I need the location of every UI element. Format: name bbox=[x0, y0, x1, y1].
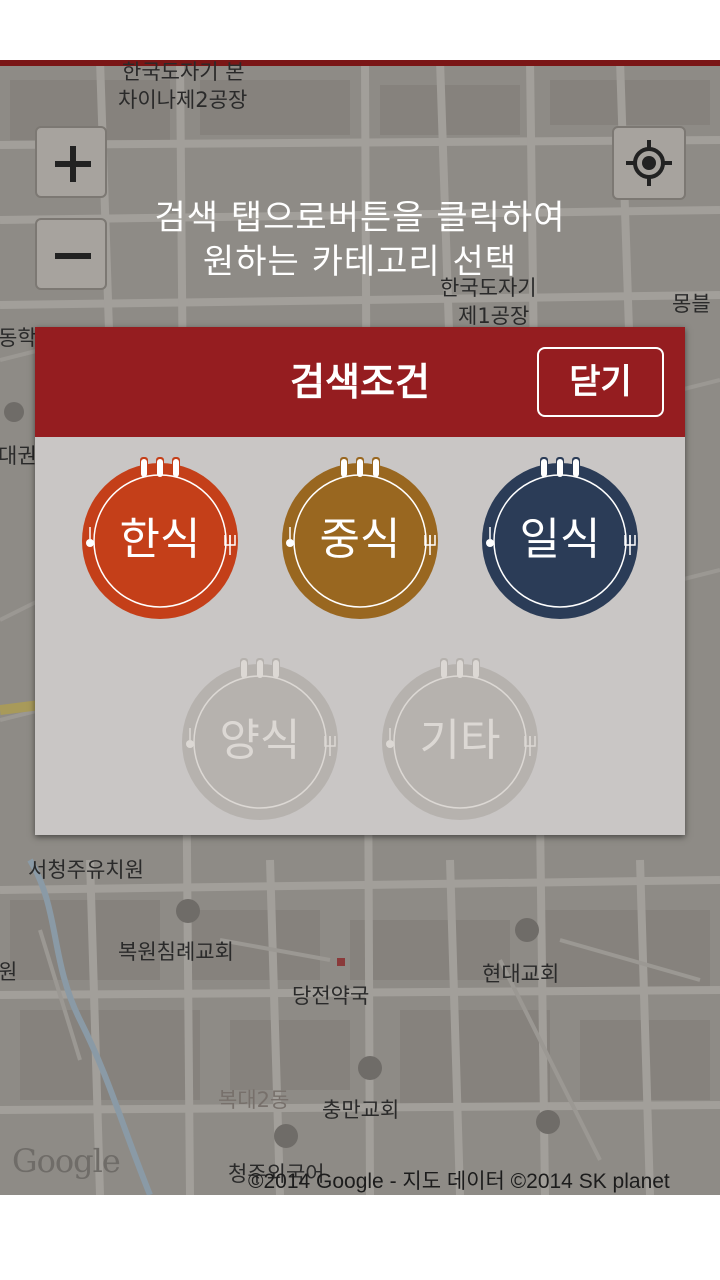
map-label: 복대2동 bbox=[218, 1088, 290, 1112]
category-chinese-button[interactable]: 중식 bbox=[279, 457, 441, 619]
top-accent-bar bbox=[0, 60, 720, 66]
map-label: 대권 bbox=[0, 444, 37, 468]
map-label: 차이나제2공장 bbox=[118, 88, 248, 112]
map-label: 충만교회 bbox=[322, 1098, 400, 1122]
instruction-line-1: 검색 탭으로버튼을 클릭하여 bbox=[154, 198, 566, 238]
category-other-button[interactable]: 기타 bbox=[379, 658, 541, 820]
map-label: 몽블 bbox=[672, 292, 711, 316]
map-label: 제1공장 bbox=[458, 304, 530, 328]
category-label: 일식 bbox=[519, 514, 601, 565]
map-attribution: ©2014 Google - 지도 데이터 ©2014 SK planet bbox=[248, 1170, 670, 1193]
map-label: 동학 bbox=[0, 326, 37, 350]
category-label: 기타 bbox=[419, 715, 501, 766]
map-label: 당전약국 bbox=[292, 984, 370, 1008]
my-location-button[interactable] bbox=[612, 126, 686, 200]
map-label: 서청주유치원 bbox=[28, 858, 144, 882]
category-western-button[interactable]: 양식 bbox=[179, 658, 341, 820]
map-label: 원 bbox=[0, 960, 18, 984]
map-screen: 한국도자기 본 차이나제2공장 한국도자기 제1공장 몽블 동학 대권 서청주유… bbox=[0, 60, 720, 1195]
category-japanese-button[interactable]: 일식 bbox=[479, 457, 641, 619]
category-label: 양식 bbox=[219, 715, 301, 766]
category-label: 한식 bbox=[119, 514, 201, 565]
dialog-header: 검색조건 닫기 bbox=[35, 327, 685, 437]
category-korean-button[interactable]: 한식 bbox=[79, 457, 241, 619]
map-label: 현대교회 bbox=[482, 962, 560, 986]
instruction-line-2: 원하는 카테고리 선택 bbox=[202, 242, 518, 282]
google-logo: Google bbox=[12, 1142, 121, 1180]
category-label: 중식 bbox=[319, 514, 401, 565]
close-button[interactable]: 닫기 bbox=[537, 347, 664, 417]
map-label: 복원침례교회 bbox=[118, 940, 234, 964]
crosshair-icon bbox=[626, 140, 672, 186]
instruction-text: 검색 탭으로버튼을 클릭하여 원하는 카테고리 선택 bbox=[0, 196, 720, 284]
zoom-in-button[interactable] bbox=[35, 126, 107, 198]
search-condition-dialog: 검색조건 닫기 한식 중식 일식 양식 기타 bbox=[35, 327, 685, 835]
map-label: 한국도자기 본 bbox=[122, 60, 245, 84]
